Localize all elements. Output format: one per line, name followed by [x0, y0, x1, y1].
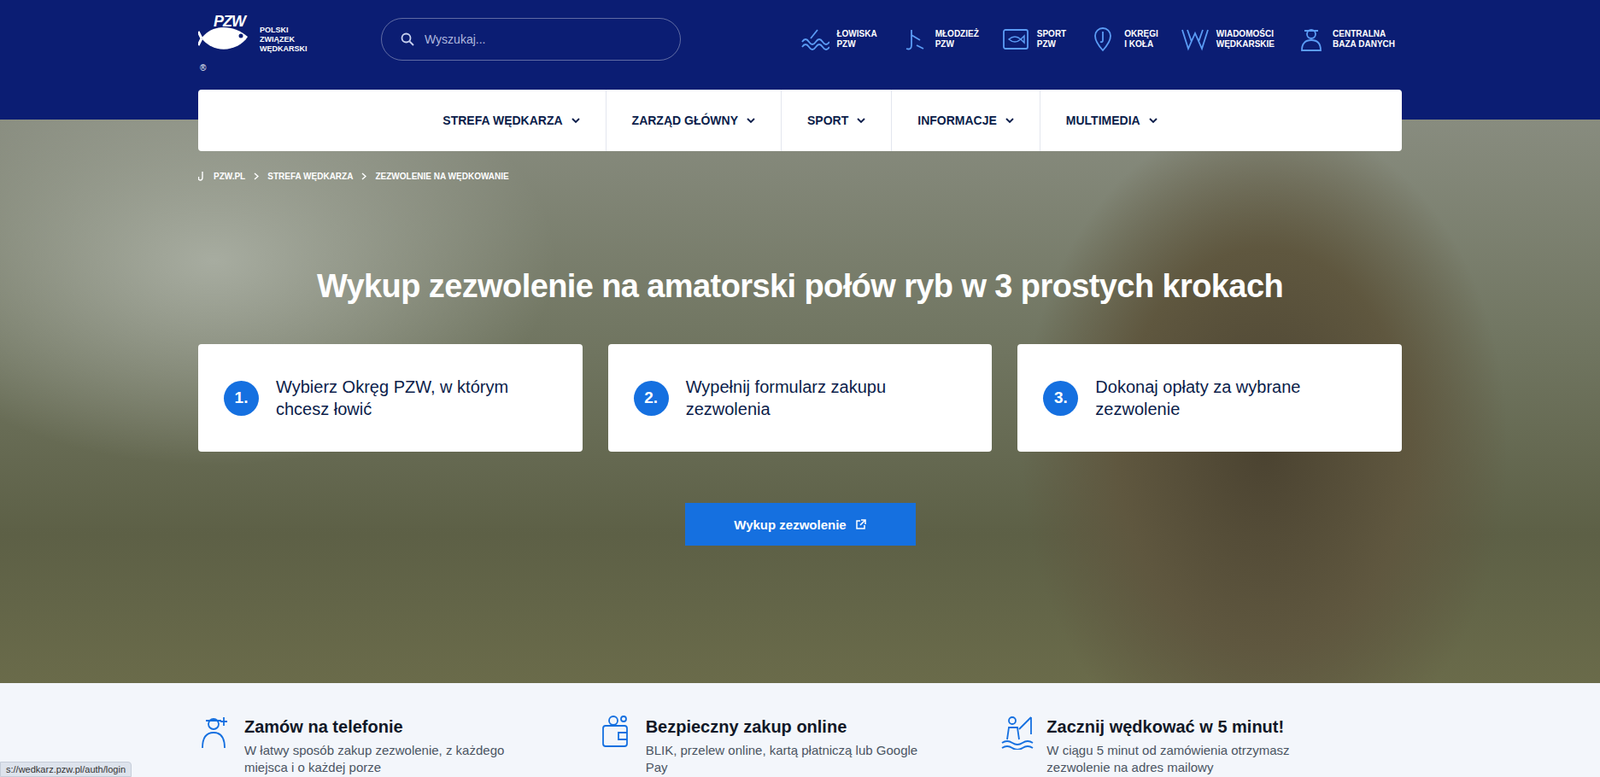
- breadcrumb-item[interactable]: STREFA WĘDKARZA: [267, 171, 353, 182]
- feature-title: Zacznij wędkować w 5 minut!: [1046, 717, 1320, 738]
- features: Zamów na telefonie W łatwy sposób zakup z…: [0, 683, 1600, 777]
- nav-item[interactable]: ZARZĄD GŁÓWNY: [605, 89, 781, 152]
- quick-link[interactable]: ŁOWISKAPZW: [800, 26, 877, 53]
- section-icon: [1180, 26, 1210, 53]
- buy-permit-button[interactable]: Wykup zezwolenie: [685, 503, 916, 546]
- chevron-right-icon: [253, 172, 259, 181]
- step-number: 1.: [223, 380, 259, 417]
- quick-link[interactable]: CENTRALNABAZA DANYCH: [1296, 26, 1395, 53]
- feature-icon: [198, 714, 233, 751]
- section-icon: [1001, 26, 1031, 53]
- registered-mark: ®: [199, 63, 206, 73]
- chevron-down-icon: [571, 117, 581, 124]
- feature-description: W łatwy sposób zakup zezwolenie, z każde…: [244, 742, 518, 777]
- quick-link[interactable]: SPORTPZW: [1001, 26, 1067, 53]
- hero-title: Wykup zezwolenie na amatorski połów ryb …: [198, 265, 1402, 307]
- chevron-down-icon: [856, 117, 866, 124]
- nav-item[interactable]: MULTIMEDIA: [1039, 89, 1184, 152]
- external-link-icon: [855, 519, 867, 531]
- breadcrumb: PZW.PL STREFA WĘDKARZA ZEZWOLENIE NA WĘDKO…: [198, 169, 1402, 182]
- step-number: 3.: [1043, 380, 1079, 417]
- top-header: PZW®POLSKIZWIĄZEKWĘDKARSKIŁOWISKAPZWMŁOD…: [0, 0, 1600, 90]
- nav-item[interactable]: SPORT: [780, 89, 891, 152]
- step-text: Wypełnij formularz zakupu zezwolenia: [685, 375, 960, 421]
- quick-link-label: CENTRALNABAZA DANYCH: [1332, 29, 1395, 50]
- quick-link-label: MŁODZIEŻPZW: [935, 29, 979, 50]
- feature: Bezpieczny zakup online BLIK, przelew onl…: [599, 714, 1002, 777]
- feature-description: BLIK, przelew online, kartą płatniczą lu…: [645, 742, 920, 777]
- quick-link[interactable]: MŁODZIEŻPZW: [899, 26, 979, 53]
- feature-title: Bezpieczny zakup online: [645, 717, 920, 738]
- quick-link[interactable]: OKRĘGII KOŁA: [1088, 26, 1158, 53]
- breadcrumb-item[interactable]: PZW.PL: [213, 171, 246, 182]
- chevron-right-icon: [361, 172, 367, 181]
- nav-item[interactable]: INFORMACJE: [890, 89, 1040, 152]
- logo-mark: PZW: [213, 12, 246, 31]
- quick-link-label: WIADOMOŚCIWĘDKARSKIE: [1216, 29, 1275, 50]
- section-icon: [800, 26, 830, 53]
- breadcrumb-item[interactable]: ZEZWOLENIE NA WĘDKOWANIE: [375, 171, 509, 182]
- feature: Zamów na telefonie W łatwy sposób zakup z…: [198, 714, 600, 777]
- search-field[interactable]: [380, 17, 681, 61]
- nav-item[interactable]: STREFA WĘDKARZA: [416, 89, 605, 152]
- step-card: 2. Wypełnij formularz zakupu zezwolenia: [608, 344, 993, 452]
- chevron-down-icon: [1005, 117, 1014, 124]
- page: PZW®POLSKIZWIĄZEKWĘDKARSKIŁOWISKAPZWMŁOD…: [0, 0, 1600, 777]
- feature: Zacznij wędkować w 5 minut! W ciągu 5 min…: [1000, 714, 1402, 777]
- logo-text: POLSKIZWIĄZEKWĘDKARSKI: [259, 25, 308, 54]
- quick-link[interactable]: WIADOMOŚCIWĘDKARSKIE: [1180, 26, 1275, 53]
- section-icon: [1088, 26, 1118, 53]
- chevron-down-icon: [746, 117, 756, 124]
- quick-link-label: SPORTPZW: [1037, 29, 1067, 50]
- step-card: 3. Dokonaj opłaty za wybrane zezwolenie: [1017, 344, 1402, 452]
- step-number: 2.: [633, 380, 669, 417]
- search-icon: [400, 32, 415, 47]
- quick-link-label: OKRĘGII KOŁA: [1124, 29, 1158, 50]
- status-url: s://wedkarz.pzw.pl/auth/login: [0, 761, 132, 777]
- logo[interactable]: PZW®POLSKIZWIĄZEKWĘDKARSKI: [198, 12, 381, 66]
- hero: STREFA WĘDKARZAZARZĄD GŁÓWNYSPORTINFORMA…: [0, 89, 1600, 684]
- steps: 1. Wybierz Okręg PZW, w którym chcesz łow…: [198, 344, 1402, 452]
- feature-title: Zamów na telefonie: [244, 717, 518, 738]
- feature-icon: [599, 714, 634, 751]
- hook-icon: [198, 171, 206, 182]
- step-text: Wybierz Okręg PZW, w którym chcesz łowić: [275, 375, 550, 421]
- feature-description: W ciągu 5 minut od zamówienia otrzymasz …: [1046, 742, 1320, 777]
- search-input[interactable]: [422, 31, 662, 47]
- section-icon: [899, 26, 929, 53]
- step-text: Dokonaj opłaty za wybrane zezwolenie: [1095, 375, 1369, 421]
- main-nav: STREFA WĘDKARZAZARZĄD GŁÓWNYSPORTINFORMA…: [198, 89, 1402, 152]
- feature-icon: [1000, 714, 1035, 751]
- quick-link-label: ŁOWISKAPZW: [836, 29, 877, 50]
- chevron-down-icon: [1148, 117, 1158, 124]
- section-icon: [1296, 26, 1326, 53]
- step-card: 1. Wybierz Okręg PZW, w którym chcesz łow…: [198, 344, 583, 452]
- quick-links: ŁOWISKAPZW MŁODZIEŻPZW SPORTPZW OKRĘGII KOŁ…: [800, 26, 1395, 53]
